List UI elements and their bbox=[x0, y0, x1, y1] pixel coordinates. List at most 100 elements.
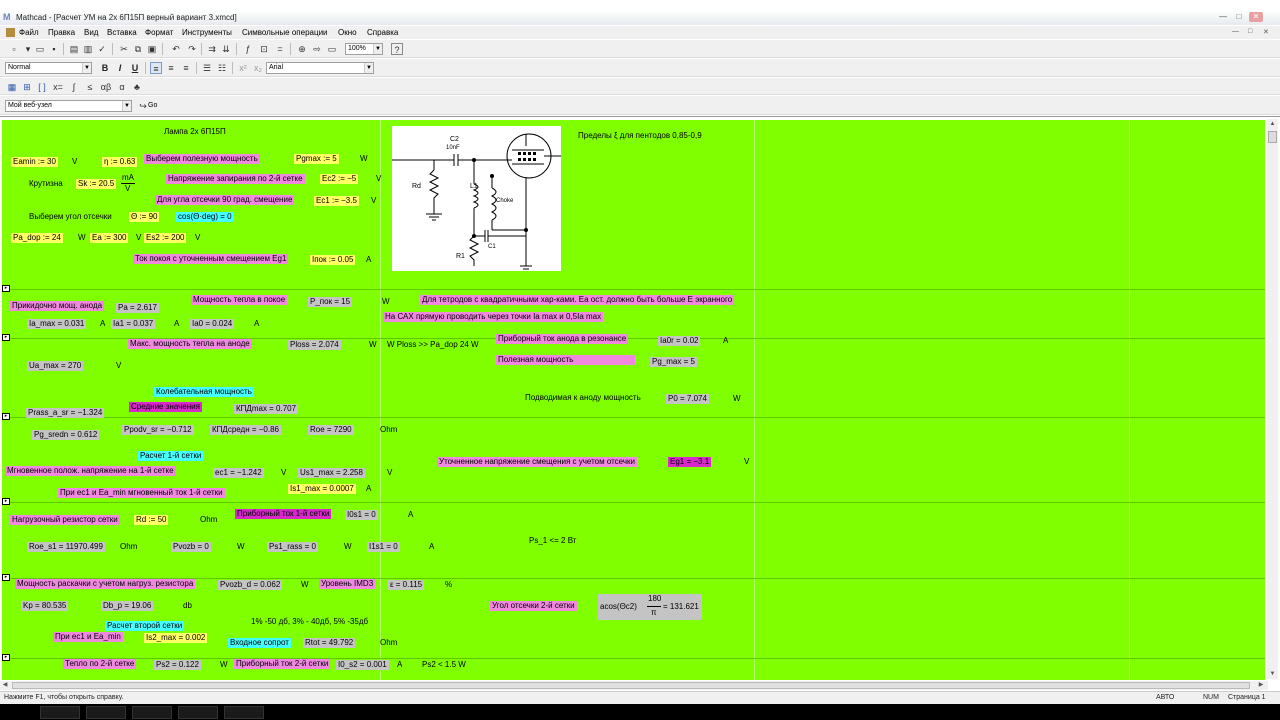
ppodv-result[interactable]: Ppodv_sr = −0.712 bbox=[122, 425, 194, 435]
ea-definition[interactable]: Ea := 300 bbox=[90, 233, 129, 243]
cutoff-voltage-label[interactable]: Напряжение запирания по 2-й сетке bbox=[166, 174, 305, 184]
resources-icon[interactable]: ▭ bbox=[326, 43, 338, 55]
at-ec1-label[interactable]: При ec1 и Ea_min bbox=[53, 632, 123, 642]
imd-note[interactable]: 1% -50 дб, 3% - 40дб, 5% -35дб bbox=[249, 617, 370, 627]
tube-caption[interactable]: Лампа 2х 6П15П bbox=[162, 127, 228, 137]
symbolic-toolbar-icon[interactable]: ♣ bbox=[131, 81, 143, 93]
font-select[interactable]: Arial ▼ bbox=[266, 62, 374, 74]
rtot-result[interactable]: Rtot = 49.792 bbox=[303, 638, 356, 648]
menu-help[interactable]: Справка bbox=[367, 28, 398, 37]
tube-amplifier-schematic[interactable]: C2 10nF Rd L1 Choke C1 R1 bbox=[392, 126, 561, 271]
calculus-toolbar-icon[interactable]: ∫ bbox=[68, 81, 80, 93]
ps1-rass-result[interactable]: Ps1_rass = 0 bbox=[267, 542, 318, 552]
scroll-left-icon[interactable]: ◀ bbox=[0, 681, 10, 690]
align-across-icon[interactable]: ⇉ bbox=[206, 43, 218, 55]
maximize-button[interactable]: □ bbox=[1232, 12, 1246, 22]
region-collapse-icon[interactable]: ▸ bbox=[2, 413, 10, 420]
eamin-definition[interactable]: Eamin := 30 bbox=[11, 157, 58, 167]
scroll-up-icon[interactable]: ▲ bbox=[1267, 119, 1278, 129]
p-pok-result[interactable]: P_пок = 15 bbox=[308, 297, 353, 307]
approx-anode-label[interactable]: Прикидочно мощ. анода bbox=[10, 301, 105, 311]
programming-toolbar-icon[interactable]: αβ bbox=[100, 81, 112, 93]
superscript-icon[interactable]: x² bbox=[237, 62, 249, 74]
region-collapse-icon[interactable]: ▸ bbox=[2, 574, 10, 581]
pvozb-result[interactable]: Pvozb = 0 bbox=[171, 542, 211, 552]
taskbar-button[interactable] bbox=[86, 706, 126, 719]
menu-edit[interactable]: Правка bbox=[48, 28, 75, 37]
input-res-label[interactable]: Входное сопрот bbox=[228, 638, 291, 648]
open-icon[interactable]: ▭ bbox=[34, 43, 46, 55]
scroll-down-icon[interactable]: ▼ bbox=[1267, 669, 1278, 679]
ps1-note[interactable]: Ps_1 <= 2 Вт bbox=[527, 536, 578, 546]
cax-note[interactable]: На САХ прямую проводить через точки Ia m… bbox=[383, 312, 604, 322]
numbering-icon[interactable]: ☷ bbox=[216, 62, 228, 74]
p0-result[interactable]: P0 = 7.074 bbox=[666, 394, 709, 404]
region-collapse-icon[interactable]: ▸ bbox=[2, 285, 10, 292]
zoom-select[interactable]: 100% ▼ bbox=[345, 43, 383, 55]
grid1-calc-label[interactable]: Расчет 1-й сетки bbox=[138, 451, 204, 461]
theta-definition[interactable]: Θ := 90 bbox=[129, 212, 160, 222]
ps2-result[interactable]: Ps2 = 0.122 bbox=[154, 660, 201, 670]
subscript-icon[interactable]: x₂ bbox=[252, 62, 264, 74]
slope-label[interactable]: Крутизна bbox=[27, 179, 65, 189]
limits-caption[interactable]: Пределы ξ для пентодов 0,85-0,9 bbox=[576, 131, 704, 141]
inst-voltage-label[interactable]: Мгновенное полож. напряжение на 1-й сетк… bbox=[5, 466, 176, 476]
i1s1-result[interactable]: I1s1 = 0 bbox=[367, 542, 400, 552]
menu-window[interactable]: Окно bbox=[338, 28, 357, 37]
horizontal-scroll-thumb[interactable] bbox=[12, 682, 1250, 689]
grid2-calc-label[interactable]: Расчет второй сетки bbox=[105, 621, 185, 631]
align-down-icon[interactable]: ⇊ bbox=[220, 43, 232, 55]
kp-result[interactable]: Kp = 80.535 bbox=[21, 601, 69, 611]
rd-definition[interactable]: Rd := 50 bbox=[134, 515, 169, 525]
meter-grid1-label[interactable]: Приборный ток 1-й сетки bbox=[235, 509, 332, 519]
save-icon[interactable]: ▪ bbox=[48, 43, 60, 55]
kpd-max-result[interactable]: КПДmax = 0.707 bbox=[234, 404, 299, 414]
is1-max-result[interactable]: Is1_max = 0.0007 bbox=[288, 484, 356, 494]
scroll-right-icon[interactable]: ▶ bbox=[1256, 681, 1266, 690]
ua-max-result[interactable]: Ua_max = 270 bbox=[27, 361, 84, 371]
i0-s2-result[interactable]: I0_s2 = 0.001 bbox=[336, 660, 389, 670]
minimize-button[interactable]: — bbox=[1216, 12, 1230, 22]
region-collapse-icon[interactable]: ▸ bbox=[2, 654, 10, 661]
prass-result[interactable]: Prass_a_sr = −1.324 bbox=[26, 408, 105, 418]
align-center-icon[interactable]: ≡ bbox=[165, 62, 177, 74]
drive-power-label[interactable]: Мощность раскачки с учетом нагруз. резис… bbox=[15, 579, 196, 589]
menu-tools[interactable]: Инструменты bbox=[182, 28, 232, 37]
ec2-definition[interactable]: Ec2 := −5 bbox=[320, 174, 359, 184]
calculate-icon[interactable]: = bbox=[274, 43, 286, 55]
db-p-result[interactable]: Db_p = 19.06 bbox=[101, 601, 154, 611]
ia0r-result[interactable]: Ia0r = 0.02 bbox=[658, 336, 701, 346]
ploss-note[interactable]: W Ploss >> Pa_dop 24 W bbox=[385, 340, 481, 350]
insert-component-icon[interactable]: ⇨ bbox=[311, 43, 323, 55]
is2-max-result[interactable]: Is2_max = 0.002 bbox=[144, 633, 208, 643]
acos-result-box[interactable]: acos(Θc2) 180 π = 131.621 bbox=[598, 594, 702, 620]
new-dropdown-icon[interactable]: ▾ bbox=[22, 43, 34, 55]
heat-rest-label[interactable]: Мощность тепла в покое bbox=[191, 295, 288, 305]
menu-view[interactable]: Вид bbox=[84, 28, 98, 37]
heat-grid2-label[interactable]: Тепло по 2-й сетке bbox=[63, 659, 137, 669]
bullets-icon[interactable]: ☰ bbox=[201, 62, 213, 74]
horizontal-scrollbar[interactable]: ◀ ▶ bbox=[0, 681, 1268, 690]
help-icon[interactable]: ? bbox=[391, 43, 403, 55]
cut-icon[interactable]: ✂ bbox=[118, 43, 130, 55]
ploss-result[interactable]: Ploss = 2.074 bbox=[288, 340, 341, 350]
greek-toolbar-icon[interactable]: α bbox=[116, 81, 128, 93]
menu-format[interactable]: Формат bbox=[145, 28, 173, 37]
ia-max-result[interactable]: Ia_max = 0.031 bbox=[27, 319, 87, 329]
worksheet[interactable]: ▸ ▸ ▸ ▸ ▸ ▸ Лампа 2х 6П15П Пределы ξ для… bbox=[2, 120, 1265, 680]
taskbar-button[interactable] bbox=[132, 706, 172, 719]
go-button[interactable]: Go bbox=[146, 101, 159, 111]
spellcheck-icon[interactable]: ✓ bbox=[96, 43, 108, 55]
sk-definition[interactable]: Sk := 20.5 bbox=[76, 179, 117, 189]
refined-bias-label[interactable]: Уточненное напряжение смещения с учетом … bbox=[437, 457, 637, 467]
quiescent-label[interactable]: Ток покоя с уточненным смещением Eg1 bbox=[133, 254, 289, 264]
print-icon[interactable]: ▤ bbox=[68, 43, 80, 55]
max-heat-label[interactable]: Макс. мощность тепла на аноде bbox=[128, 339, 252, 349]
doc-restore-button[interactable]: □ bbox=[1248, 28, 1252, 35]
pg-max-result[interactable]: Pg_max = 5 bbox=[650, 357, 697, 367]
boolean-toolbar-icon[interactable]: ≤ bbox=[84, 81, 96, 93]
taskbar-button[interactable] bbox=[224, 706, 264, 719]
taskbar-button[interactable] bbox=[40, 706, 80, 719]
doc-close-button[interactable]: ✕ bbox=[1263, 28, 1269, 36]
choose-angle-label[interactable]: Выберем угол отсечки bbox=[27, 212, 114, 222]
